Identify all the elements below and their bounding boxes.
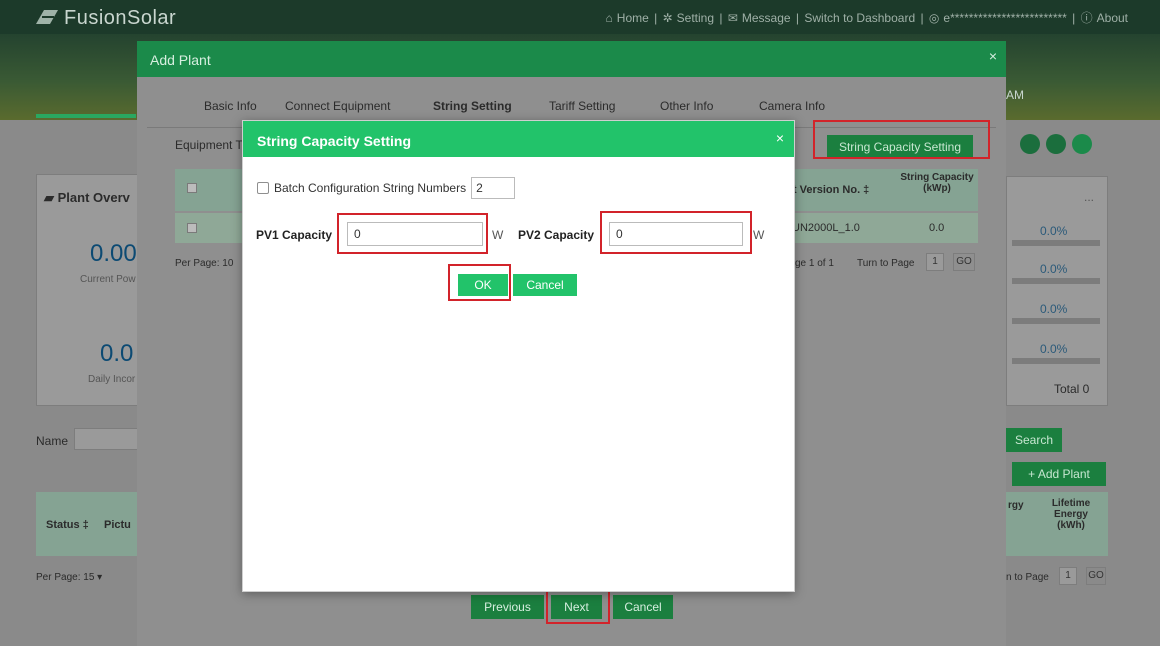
logo-text: FusionSolar	[64, 7, 177, 29]
percent-4: 0.0%	[1040, 342, 1068, 356]
pv2-unit: W	[753, 228, 765, 242]
dialog-title: String Capacity Setting	[257, 133, 412, 149]
percent-1: 0.0%	[1040, 224, 1068, 238]
highlight-ok-button	[448, 264, 511, 301]
nav-about[interactable]: About	[1097, 11, 1128, 25]
pv1-unit: W	[492, 228, 504, 242]
more-icon[interactable]: ...	[1084, 190, 1094, 204]
equipment-per-page[interactable]: Per Page: 10	[175, 258, 233, 269]
collapse-up-icon[interactable]	[1072, 134, 1092, 154]
name-input[interactable]	[74, 428, 138, 450]
name-label: Name	[36, 434, 69, 448]
fusionsolar-logo-icon	[36, 10, 58, 24]
per-page-selector[interactable]: Per Page: 15 ▾	[36, 572, 102, 583]
equipment-turn-to-page: Turn to Page	[857, 258, 915, 269]
list-view-icon[interactable]	[1020, 134, 1040, 154]
top-nav: ⌂ Home | ✲ Setting | ✉ Message | Switch to …	[605, 11, 1128, 25]
batch-configuration-row: Batch Configuration String Numbers	[257, 177, 516, 199]
close-icon[interactable]: ×	[776, 130, 784, 146]
status-column[interactable]: Status ‡	[46, 519, 89, 531]
nav-user[interactable]: e*************************	[943, 11, 1066, 25]
row-checkbox[interactable]	[187, 223, 197, 233]
equipment-go-button[interactable]: GO	[953, 253, 975, 271]
highlight-pv1-capacity	[337, 213, 488, 254]
tab-connect-equipment[interactable]: Connect Equipment	[285, 99, 390, 113]
close-icon[interactable]: ×	[989, 48, 997, 64]
energy-column: rgy	[1008, 500, 1024, 511]
current-power-value: 0.00	[90, 240, 137, 267]
daily-income-label: Daily Incor	[88, 374, 136, 385]
plant-overview-card	[36, 174, 138, 406]
highlight-string-capacity-button	[813, 120, 990, 159]
nav-message[interactable]: Message	[742, 11, 791, 25]
highlight-next-button	[546, 589, 610, 624]
pv1-capacity-label: PV1 Capacity	[256, 228, 333, 242]
nav-setting[interactable]: Setting	[677, 11, 714, 25]
percent-bar-1	[1012, 240, 1100, 246]
add-plant-header: Add Plant ×	[137, 41, 1006, 77]
user-icon: ◎	[928, 11, 940, 25]
nav-switch-dashboard[interactable]: Switch to Dashboard	[804, 11, 915, 25]
row-capacity: 0.0	[929, 222, 945, 234]
plant-overview-icon: ▰	[44, 190, 58, 205]
globe-icon[interactable]	[1046, 134, 1066, 154]
percent-bar-2	[1012, 278, 1100, 284]
tab-string-setting[interactable]: String Setting	[433, 99, 512, 113]
batch-configuration-label: Batch Configuration String Numbers	[274, 181, 467, 195]
top-bar: FusionSolar ⌂ Home | ✲ Setting | ✉ Message …	[0, 0, 1160, 34]
row-version: UN2000L_1.0	[792, 222, 860, 234]
gear-icon: ✲	[662, 11, 673, 25]
total-count: Total 0	[1054, 382, 1090, 396]
equipment-type-label: Equipment T	[175, 138, 243, 152]
percent-bar-3	[1012, 318, 1100, 324]
pv2-capacity-label: PV2 Capacity	[518, 228, 595, 242]
lifetime-energy-column[interactable]: Lifetime Energy (kWh)	[1040, 498, 1102, 531]
string-capacity-dialog: String Capacity Setting × Batch Configur…	[242, 120, 795, 592]
tab-basic-info[interactable]: Basic Info	[204, 99, 257, 113]
tab-other-info[interactable]: Other Info	[660, 99, 713, 113]
percent-2: 0.0%	[1040, 262, 1068, 276]
go-button[interactable]: GO	[1086, 567, 1106, 585]
percent-3: 0.0%	[1040, 302, 1068, 316]
equipment-pagination: ge 1 of 1	[795, 258, 834, 269]
select-all-checkbox[interactable]	[187, 183, 197, 193]
wizard-cancel-button[interactable]: Cancel	[613, 595, 673, 619]
tab-tariff-setting[interactable]: Tariff Setting	[549, 99, 615, 113]
equipment-page-input[interactable]: 1	[926, 253, 944, 271]
previous-button[interactable]: Previous	[471, 595, 544, 619]
add-plant-button[interactable]: + Add Plant	[1012, 462, 1106, 486]
dialog-header: String Capacity Setting ×	[243, 121, 794, 157]
page-input[interactable]: 1	[1059, 567, 1077, 585]
turn-to-page-label: n to Page	[1006, 572, 1049, 583]
am-label: AM	[1006, 88, 1024, 102]
batch-configuration-checkbox[interactable]	[257, 182, 269, 194]
batch-string-number-input[interactable]	[471, 177, 516, 199]
nav-home[interactable]: Home	[617, 11, 649, 25]
highlight-pv2-capacity	[600, 211, 752, 254]
search-button[interactable]: Search	[1006, 428, 1062, 452]
percent-bar-4	[1012, 358, 1100, 364]
about-icon: ⓘ	[1080, 11, 1093, 25]
daily-income-value: 0.0	[100, 340, 134, 367]
tab-camera-info[interactable]: Camera Info	[759, 99, 825, 113]
current-power-label: Current Pow	[80, 274, 136, 285]
add-plant-title: Add Plant	[150, 52, 211, 68]
picture-column: Pictu	[104, 519, 131, 531]
cancel-button[interactable]: Cancel	[513, 274, 577, 296]
message-icon: ✉	[727, 11, 738, 25]
logo: FusionSolar	[34, 7, 176, 30]
banner-accent	[36, 114, 136, 118]
home-icon: ⌂	[605, 11, 613, 25]
plant-overview-title: ▰ Plant Overv	[44, 190, 130, 205]
string-capacity-column: String Capacity (kWp)	[900, 172, 974, 194]
status-stats-card	[1006, 176, 1108, 406]
